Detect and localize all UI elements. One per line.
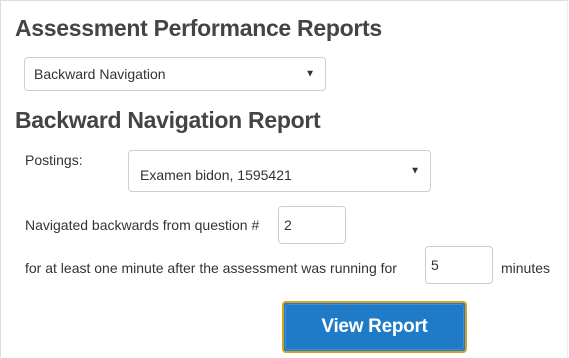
minutes-unit-label: minutes bbox=[501, 260, 551, 276]
backward-question-label: Navigated backwards from question # bbox=[25, 217, 260, 233]
view-report-label: View Report bbox=[321, 316, 428, 337]
chevron-down-icon: ▼ bbox=[305, 68, 315, 80]
reports-panel: Assessment Performance Reports Backward … bbox=[0, 0, 568, 357]
minutes-value: 5 bbox=[431, 257, 439, 273]
postings-label: Postings: bbox=[25, 152, 83, 168]
report-title: Backward Navigation Report bbox=[15, 107, 321, 133]
running-duration-label: for at least one minute after the assess… bbox=[25, 260, 397, 276]
question-number-value: 2 bbox=[284, 217, 292, 233]
page-title: Assessment Performance Reports bbox=[15, 15, 382, 41]
question-number-input[interactable]: 2 bbox=[278, 206, 346, 244]
view-report-button[interactable]: View Report bbox=[282, 301, 467, 353]
postings-select[interactable]: Examen bidon, 1595421 ▼ bbox=[128, 150, 431, 192]
minutes-input[interactable]: 5 bbox=[425, 246, 493, 284]
chevron-down-icon: ▼ bbox=[410, 165, 420, 177]
report-type-value: Backward Navigation bbox=[34, 66, 166, 82]
postings-value: Examen bidon, 1595421 bbox=[140, 167, 292, 183]
report-type-select[interactable]: Backward Navigation ▼ bbox=[24, 57, 326, 91]
